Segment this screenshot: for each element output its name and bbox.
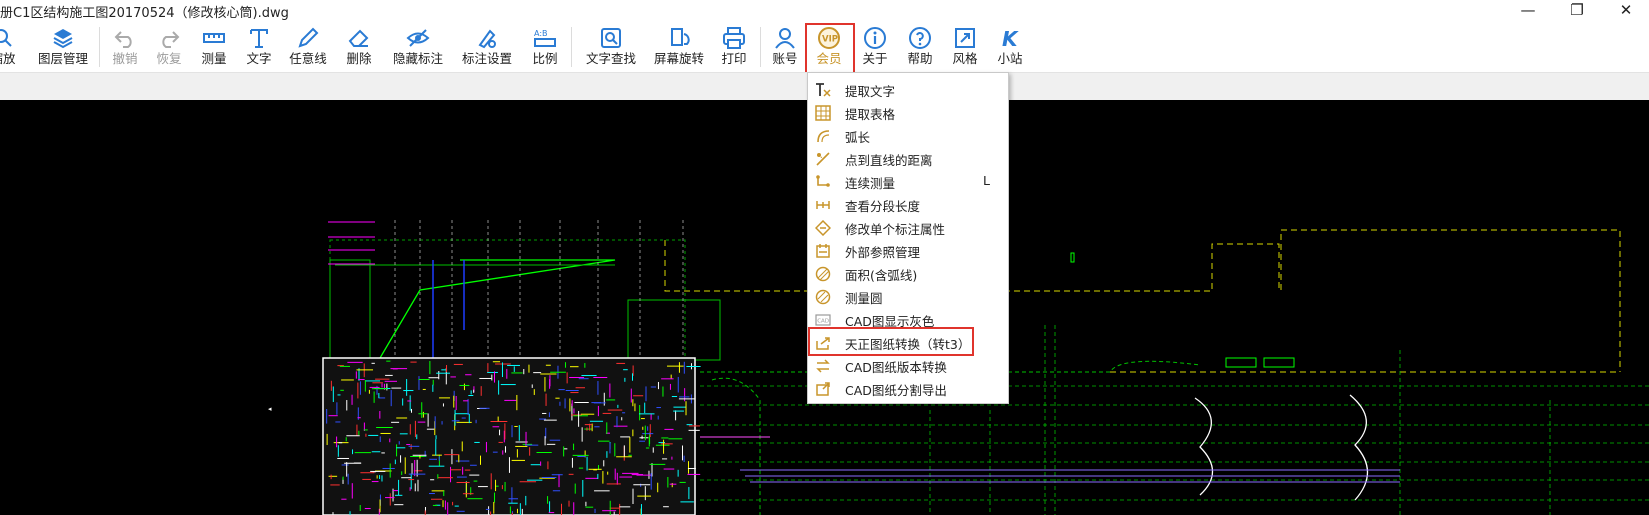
menu-item-label: 提取表格 — [845, 107, 896, 122]
menu-item-label: 查看分段长度 — [845, 199, 921, 214]
menu-item-label: CAD图纸分割导出 — [845, 383, 947, 398]
extract-table-icon — [815, 105, 831, 121]
extract-text-icon — [816, 83, 831, 97]
menu-item-label: 面积(含弧线) — [845, 268, 918, 283]
cad-gray-icon: CAD — [815, 314, 831, 326]
menu-item-extract-table[interactable]: 提取表格 — [808, 101, 1008, 124]
menu-item-version-convert[interactable]: CAD图纸版本转换 — [808, 354, 1008, 377]
menu-item-segment-length[interactable]: 查看分段长度 — [808, 193, 1008, 216]
menu-item-shortcut: L — [983, 173, 990, 188]
menu-item-measure-circle[interactable]: 测量圆 — [808, 285, 1008, 308]
area-icon — [815, 266, 831, 282]
svg-text:CAD: CAD — [817, 319, 829, 325]
menu-item-arc-length[interactable]: 弧长 — [808, 124, 1008, 147]
menu-item-label: CAD图纸版本转换 — [845, 360, 947, 375]
measure-circle-icon — [815, 289, 831, 305]
menu-item-area[interactable]: 面积(含弧线) — [808, 262, 1008, 285]
menu-item-point-line-distance[interactable]: 点到直线的距离 — [808, 147, 1008, 170]
menu-item-label: 测量圆 — [845, 291, 883, 306]
menu-item-label: 点到直线的距离 — [845, 153, 933, 168]
menu-item-label: 弧长 — [845, 130, 871, 145]
menu-item-label: 提取文字 — [845, 84, 896, 99]
menu-item-split-export[interactable]: CAD图纸分割导出 — [808, 377, 1008, 400]
continuous-measure-icon — [816, 175, 830, 187]
segment-length-icon — [816, 201, 830, 209]
edit-annotation-icon — [815, 220, 831, 236]
version-convert-icon — [816, 359, 830, 373]
menu-item-extract-text[interactable]: 提取文字 — [808, 78, 1008, 101]
menu-item-xref[interactable]: 外部参照管理 — [808, 239, 1008, 262]
arc-length-icon — [817, 130, 830, 143]
menu-item-continuous-measure[interactable]: 连续测量 L — [808, 170, 1008, 193]
menu-item-highlight — [808, 327, 974, 356]
menu-item-edit-annotation[interactable]: 修改单个标注属性 — [808, 216, 1008, 239]
menu-item-label: 连续测量 — [845, 176, 896, 191]
split-export-icon — [816, 382, 830, 396]
point-line-distance-icon — [816, 152, 830, 166]
menu-item-label: 修改单个标注属性 — [845, 222, 946, 237]
xref-icon — [816, 244, 830, 258]
menu-item-label: 外部参照管理 — [845, 245, 921, 260]
